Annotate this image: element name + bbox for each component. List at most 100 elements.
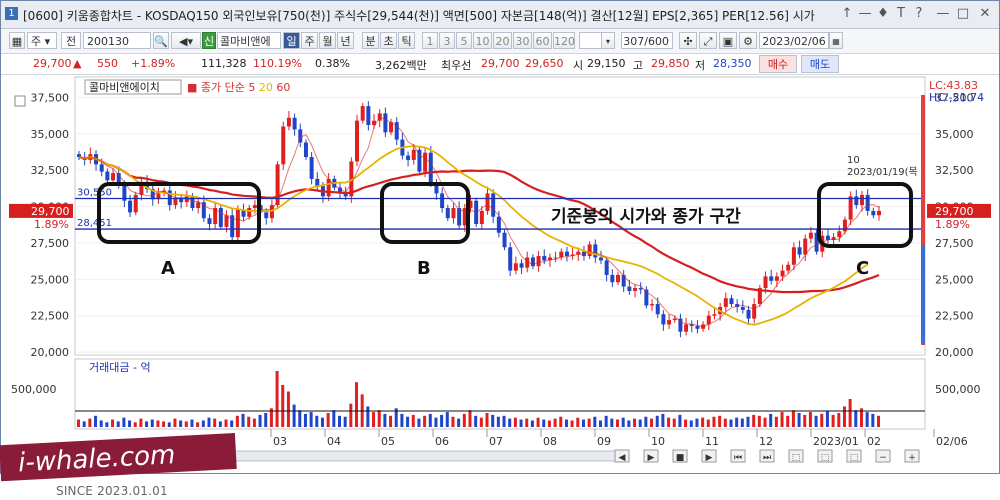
buy-button[interactable]: 매수 — [759, 55, 797, 73]
settings-icon[interactable]: ⚙ — [739, 32, 757, 49]
interval-30-button[interactable]: 30 — [513, 32, 532, 49]
volume-bar — [457, 418, 461, 427]
candle-body — [865, 194, 870, 211]
zoom-icon[interactable]: ⤢ — [699, 32, 717, 49]
price-change-pct: +1.89% — [131, 57, 176, 70]
close-button[interactable]: ✕ — [977, 6, 993, 22]
low-label: 저 — [695, 59, 706, 72]
volume-bar — [502, 415, 506, 427]
data-count-input[interactable]: 307/600 — [621, 32, 673, 49]
volume-bar — [519, 419, 523, 427]
volume-bar — [281, 385, 285, 427]
interval-10-button[interactable]: 10 — [473, 32, 492, 49]
volume-bar — [508, 418, 512, 427]
x-tick-label: 02 — [867, 435, 881, 448]
volume-bar — [320, 417, 324, 427]
candle-body — [854, 196, 859, 206]
volume-bar — [286, 391, 290, 427]
pin-icon[interactable]: ↑ — [839, 6, 855, 22]
candle-body — [479, 210, 484, 225]
box-label-a: A — [161, 258, 175, 279]
stock-code-input[interactable]: 200130 — [83, 32, 151, 49]
toolbar: ▦ 주 ▾ 전 200130 🔍 ◀▾ 신 콜마비앤에 일 주 월 년 분 초 … — [1, 29, 999, 54]
volume-bar — [587, 418, 591, 427]
scroll-button-glyph: ▶ — [706, 453, 713, 463]
volume-bar — [621, 417, 625, 427]
x-tick-label: 02/06 — [936, 435, 968, 448]
volume-bar — [128, 420, 132, 427]
x-tick-label: 11 — [705, 435, 719, 448]
save-icon[interactable]: ▣ — [719, 32, 737, 49]
volume-bar — [252, 418, 256, 427]
volume-bar — [372, 412, 376, 427]
y-tick-left: 37,500 — [31, 91, 70, 104]
volume-bar — [530, 420, 534, 427]
minimize-button[interactable]: — — [935, 6, 951, 22]
interval-dropdown-icon[interactable]: ▾ — [601, 32, 615, 49]
sell-button[interactable]: 매도 — [801, 55, 839, 73]
interval-3-button[interactable]: 3 — [439, 32, 455, 49]
candle-body — [752, 304, 757, 319]
candle-body — [423, 152, 428, 172]
volume-bar — [389, 415, 393, 427]
candle-body — [235, 209, 240, 238]
interval-60-button[interactable]: 60 — [533, 32, 552, 49]
window-number-badge: 1 — [5, 7, 18, 20]
volume-bar — [564, 419, 568, 427]
sound-icon[interactable]: ◀▾ — [171, 32, 201, 49]
period-month-button[interactable]: 월 — [319, 32, 336, 49]
volume-bar — [797, 413, 801, 427]
period-week-button[interactable]: 주 — [301, 32, 318, 49]
volume-bar — [661, 413, 665, 427]
price-chart[interactable]: 37,50037,50035,00035,00032,50032,50030,0… — [1, 75, 999, 473]
x-tick-label: 08 — [543, 435, 557, 448]
interval-5-button[interactable]: 5 — [456, 32, 472, 49]
stock-name-field[interactable]: 콜마비앤에 — [217, 32, 281, 49]
volume-bar — [848, 399, 852, 427]
diamond-icon[interactable]: ♦ — [875, 6, 891, 22]
alt-select[interactable]: 전 — [61, 32, 81, 49]
volume-bar — [156, 420, 160, 427]
candle-body — [627, 286, 632, 291]
period-second-button[interactable]: 초 — [380, 32, 397, 49]
volume-bar — [712, 416, 716, 427]
period-tick-button[interactable]: 틱 — [398, 32, 415, 49]
volume-bar — [695, 418, 699, 427]
best-bid: 29,650 — [525, 57, 564, 70]
candle-body — [803, 238, 808, 255]
interval-1-button[interactable]: 1 — [422, 32, 438, 49]
crosshair-icon[interactable]: ✣ — [679, 32, 697, 49]
volume-bar — [241, 413, 245, 427]
candle-body — [746, 309, 751, 319]
volume-bar — [162, 421, 166, 427]
bar-icon[interactable]: — — [857, 6, 873, 22]
candle-body — [485, 193, 490, 211]
hc-label: HC:-21.74 — [929, 91, 984, 104]
volume-tick-left: 500,000 — [11, 383, 57, 396]
grid-icon[interactable]: ▦ — [9, 32, 25, 49]
date-input[interactable]: 2023/02/06 — [759, 32, 829, 49]
search-icon[interactable]: 🔍 — [153, 32, 169, 49]
font-size-icon[interactable]: T — [893, 6, 909, 22]
y-tick-left: 22,500 — [31, 310, 70, 323]
period-select[interactable]: 주 ▾ — [27, 32, 57, 49]
date-picker-icon[interactable]: ▦ — [829, 32, 843, 49]
volume-bar — [723, 418, 727, 427]
interval-120-button[interactable]: 120 — [553, 32, 575, 49]
volume-bar — [791, 410, 795, 427]
period-year-button[interactable]: 년 — [337, 32, 354, 49]
lower-level-value: 28,451 — [77, 218, 112, 229]
volume-bar — [684, 419, 688, 427]
volume-bar — [644, 416, 648, 427]
help-icon[interactable]: ? — [911, 6, 927, 22]
x-tick-label: 07 — [489, 435, 503, 448]
volume-bar — [871, 413, 875, 427]
interval-20-button[interactable]: 20 — [493, 32, 512, 49]
volume-bar — [757, 415, 761, 427]
period-minute-button[interactable]: 분 — [362, 32, 379, 49]
chart-area[interactable]: 37,50037,50035,00035,00032,50032,50030,0… — [1, 75, 999, 473]
volume-bar — [513, 417, 517, 427]
period-day-button[interactable]: 일 — [283, 32, 300, 49]
maximize-button[interactable]: □ — [955, 6, 971, 22]
volume-bar — [479, 417, 483, 427]
